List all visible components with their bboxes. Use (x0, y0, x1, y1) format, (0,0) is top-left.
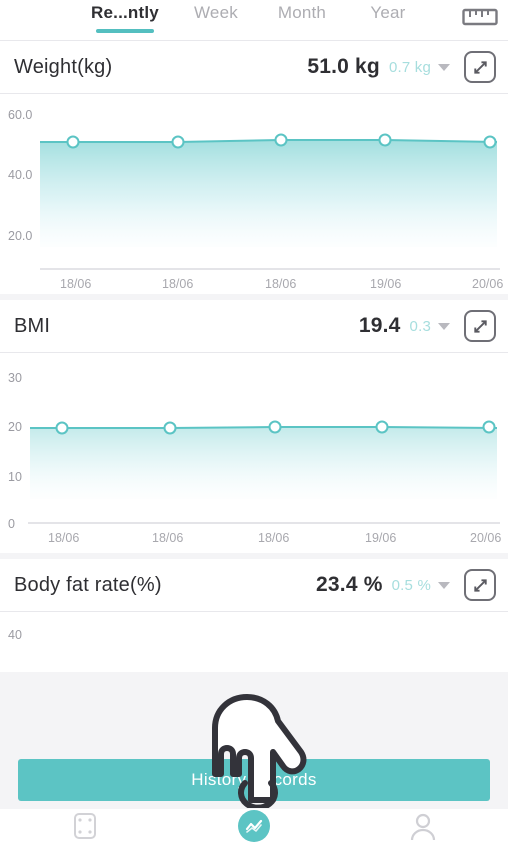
bodyfat-delta: 0.5 % (391, 576, 431, 594)
svg-text:40: 40 (8, 628, 22, 642)
svg-text:18/06: 18/06 (258, 531, 289, 545)
bodyfat-header: Body fat rate(%) 23.4 % 0.5 % (0, 559, 508, 611)
bottom-area: History Records (0, 752, 508, 843)
svg-text:10: 10 (8, 470, 22, 484)
tab-week[interactable]: Week (173, 2, 259, 33)
bodyfat-chart-svg: 40 (8, 628, 22, 642)
svg-text:19/06: 19/06 (370, 277, 401, 291)
tab-month[interactable]: Month (259, 2, 345, 33)
bmi-card: BMI 19.4 0.3 30 20 10 0 18/06 18/06 18/0… (0, 300, 508, 553)
trend-chart-active-circle (237, 810, 270, 842)
weight-value: 51.0 kg (307, 55, 380, 78)
svg-text:19/06: 19/06 (365, 531, 396, 545)
ruler-button[interactable] (460, 4, 500, 30)
weight-delta: 0.7 kg (388, 58, 431, 76)
weight-title: Weight(kg) (14, 55, 113, 78)
tab-recently-label: Re...ntly (91, 3, 159, 22)
svg-text:18/06: 18/06 (48, 531, 79, 545)
svg-text:18/06: 18/06 (162, 277, 193, 291)
person-icon (411, 813, 436, 841)
tab-week-label: Week (193, 3, 238, 22)
svg-text:20/06: 20/06 (470, 531, 501, 545)
tab-year[interactable]: Year (345, 2, 431, 33)
expand-icon (473, 578, 487, 592)
tab-month-label: Month (277, 3, 327, 22)
chevron-down-icon[interactable] (438, 63, 450, 71)
expand-icon (473, 319, 487, 333)
weight-header: Weight(kg) 51.0 kg 0.7 kg (0, 41, 508, 93)
tab-recently[interactable]: Re...ntly (77, 2, 173, 33)
bottom-navbar (0, 809, 508, 843)
scale-icon (73, 813, 96, 839)
svg-text:0: 0 (8, 517, 15, 531)
bmi-header: BMI 19.4 0.3 (0, 300, 508, 352)
svg-text:20.0: 20.0 (8, 229, 32, 243)
svg-text:18/06: 18/06 (152, 531, 183, 545)
chevron-down-icon[interactable] (438, 581, 450, 589)
trend-chart-icon (245, 819, 263, 833)
tab-year-label: Year (370, 3, 406, 22)
weight-chart-svg: 60.0 40.0 20.0 18/06 18/06 18/06 19/06 2… (8, 108, 503, 291)
svg-text:40.0: 40.0 (8, 168, 32, 182)
svg-text:20/06: 20/06 (472, 277, 503, 291)
svg-text:18/06: 18/06 (265, 277, 296, 291)
bodyfat-card: Body fat rate(%) 23.4 % 0.5 % 40 (0, 559, 508, 672)
weight-chart[interactable]: 60.0 40.0 20.0 18/06 18/06 18/06 19/06 2… (0, 94, 508, 294)
history-records-button[interactable]: History Records (18, 759, 490, 801)
svg-text:60.0: 60.0 (8, 108, 32, 122)
svg-text:18/06: 18/06 (60, 277, 91, 291)
bodyfat-value: 23.4 % (316, 573, 383, 596)
bodyfat-expand-button[interactable] (464, 569, 496, 601)
nav-item-trend[interactable] (194, 809, 314, 843)
bmi-chart-svg: 30 20 10 0 18/06 18/06 18/06 19/06 20/06 (8, 371, 501, 545)
bmi-value: 19.4 (358, 314, 401, 337)
nav-item-scale[interactable] (25, 809, 145, 843)
history-records-label: History Records (191, 770, 317, 789)
tab-active-underline (96, 29, 154, 33)
svg-text:20: 20 (8, 420, 22, 434)
period-tabbar: Re...ntly Week Month Year (0, 0, 508, 40)
app-root: Re...ntly Week Month Year Weight(kg) 51.… (0, 0, 508, 843)
ruler-icon (462, 8, 498, 26)
nav-item-profile[interactable] (363, 809, 483, 843)
chevron-down-icon[interactable] (438, 322, 450, 330)
bodyfat-chart[interactable]: 40 (0, 612, 508, 672)
weight-card: Weight(kg) 51.0 kg 0.7 kg 60.0 40.0 20.0… (0, 41, 508, 294)
svg-text:30: 30 (8, 371, 22, 385)
bmi-expand-button[interactable] (464, 310, 496, 342)
bodyfat-title: Body fat rate(%) (14, 573, 162, 596)
bmi-chart[interactable]: 30 20 10 0 18/06 18/06 18/06 19/06 20/06 (0, 353, 508, 553)
bmi-title: BMI (14, 314, 51, 337)
bmi-delta: 0.3 (409, 317, 431, 335)
weight-expand-button[interactable] (464, 51, 496, 83)
expand-icon (473, 60, 487, 74)
